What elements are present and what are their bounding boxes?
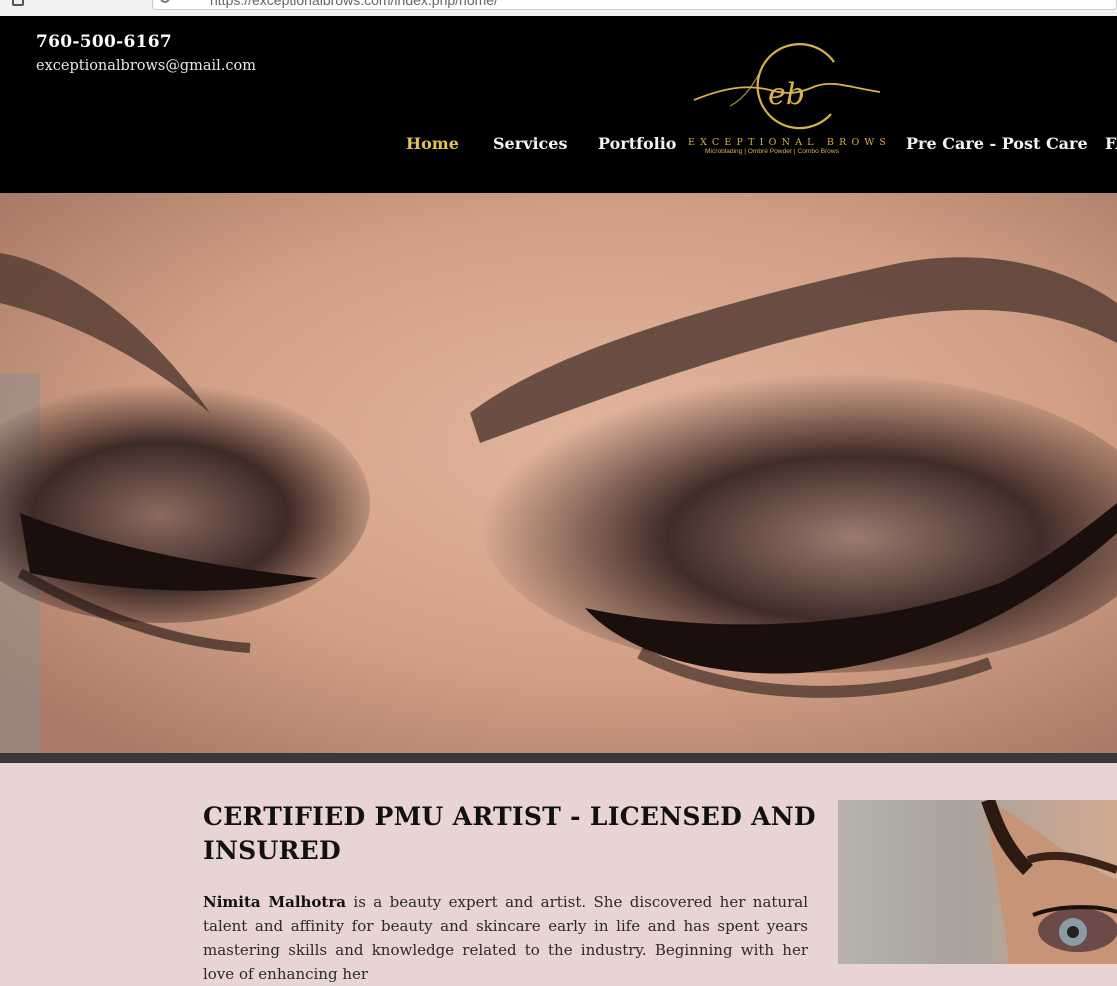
artist-name: Nimita Malhotra — [203, 893, 346, 911]
hero-image — [0, 193, 1117, 753]
logo-tagline: Microblading | Ombré Powder | Combo Brow… — [705, 148, 839, 155]
browser-toolbar: https://exceptionalbrows.com/index.php/h… — [0, 0, 1117, 17]
logo-monogram-icon: eb — [693, 43, 881, 130]
eye-makeup-photo-icon — [0, 193, 1117, 753]
nav-home[interactable]: Home — [406, 134, 459, 153]
contact-email[interactable]: exceptionalbrows@gmail.com — [36, 58, 256, 74]
nav-pre-care-post-care[interactable]: Pre Care - Post Care — [906, 134, 1088, 153]
artist-portrait — [838, 800, 1117, 964]
site-logo[interactable]: eb EXCEPTIONAL BROWS Microblading | Ombr… — [684, 34, 894, 164]
section-headline: CERTIFIED PMU ARTIST - LICENSED AND INSU… — [203, 802, 816, 865]
nav-services[interactable]: Services — [493, 134, 567, 153]
hero-divider — [0, 753, 1117, 763]
site-header: 760-500-6167 exceptionalbrows@gmail.com … — [0, 16, 1117, 193]
extension-icon[interactable] — [12, 0, 24, 6]
address-bar-url[interactable]: https://exceptionalbrows.com/index.php/h… — [210, 0, 498, 8]
intro-section: CERTIFIED PMU ARTIST - LICENSED AND INSU… — [0, 763, 1117, 983]
nav-faq[interactable]: FAQ — [1105, 134, 1117, 153]
logo-name: EXCEPTIONAL BROWS — [688, 137, 892, 148]
artist-bio: Nimita Malhotra is a beauty expert and a… — [203, 890, 808, 986]
contact-phone[interactable]: 760-500-6167 — [36, 32, 172, 52]
logo-monogram-text: eb — [768, 77, 805, 112]
nav-portfolio[interactable]: Portfolio — [598, 134, 676, 153]
portrait-face-icon — [981, 800, 1117, 964]
